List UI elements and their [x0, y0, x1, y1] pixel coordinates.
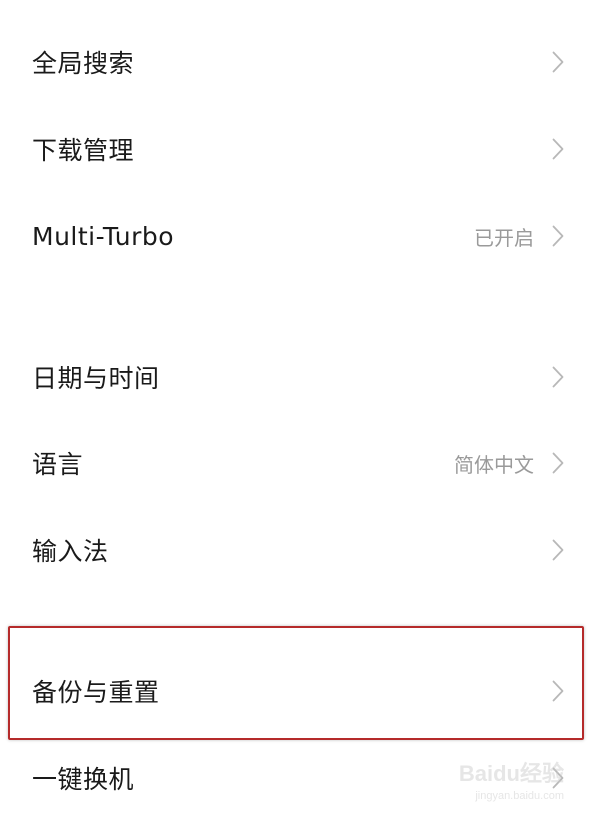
settings-item-input-method[interactable]: 输入法	[0, 506, 594, 594]
chevron-right-icon	[550, 50, 566, 74]
settings-item-global-search[interactable]: 全局搜索	[0, 18, 594, 106]
settings-item-download-manager[interactable]: 下载管理	[0, 105, 594, 193]
chevron-right-icon	[550, 365, 566, 389]
watermark-brand: Baidu经验	[458, 761, 564, 786]
baidu-watermark: Baidu经验 jingyan.baidu.com	[444, 754, 564, 806]
chevron-right-icon	[550, 224, 566, 248]
settings-item-label: 输入法	[32, 537, 109, 566]
settings-item-label: Multi-Turbo	[32, 221, 175, 251]
settings-item-label: 语言	[32, 450, 84, 479]
settings-item-value: 已开启	[474, 225, 534, 250]
settings-item-date-time[interactable]: 日期与时间	[0, 333, 594, 421]
watermark-url: jingyan.baidu.com	[475, 790, 564, 802]
settings-screen: 全局搜索 下载管理 Multi-Turbo 已开启 日期与时间 语言 简体中文	[0, 0, 594, 816]
settings-item-language[interactable]: 语言 简体中文	[0, 419, 594, 507]
highlight-box	[8, 626, 584, 740]
chevron-right-icon	[550, 538, 566, 562]
settings-item-label: 一键换机	[32, 765, 135, 794]
chevron-right-icon	[550, 451, 566, 475]
settings-item-value: 简体中文	[454, 452, 534, 477]
settings-item-label: 下载管理	[32, 136, 135, 165]
settings-item-multi-turbo[interactable]: Multi-Turbo 已开启	[0, 192, 594, 280]
settings-item-label: 全局搜索	[32, 49, 135, 78]
settings-item-label: 日期与时间	[32, 364, 160, 393]
chevron-right-icon	[550, 137, 566, 161]
